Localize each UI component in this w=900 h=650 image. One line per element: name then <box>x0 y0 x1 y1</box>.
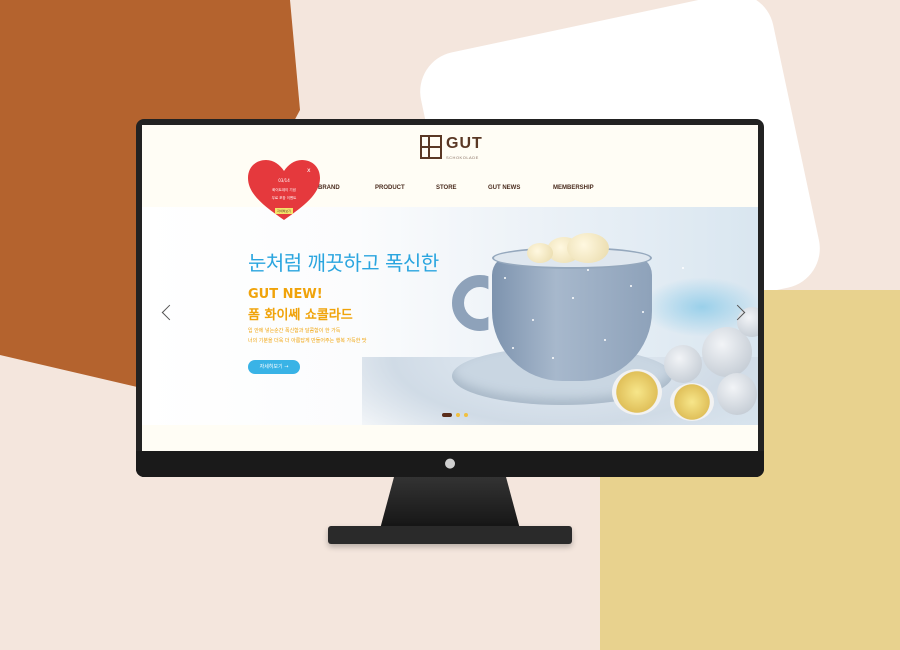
monitor-stand-base <box>328 526 572 544</box>
snow-particle <box>642 311 644 313</box>
monitor: GUT SCHOKOLADE BRAND PRODUCT STORE GUT N… <box>136 119 764 477</box>
slider-dot-2[interactable] <box>456 413 460 417</box>
hero-title-line2: 폼 화이쎄 쇼콜라드 <box>248 308 353 323</box>
chocolate-ball-image <box>664 345 702 383</box>
hero-banner: 눈처럼 깨끗하고 폭신한 GUT NEW! 폼 화이쎄 쇼콜라드 입 안에 넣는… <box>142 207 758 425</box>
main-nav: BRAND PRODUCT STORE GUT NEWS MEMBERSHIP <box>318 185 618 197</box>
snow-particle <box>682 267 684 269</box>
slider-dot-3[interactable] <box>464 413 468 417</box>
snow-particle <box>587 269 589 271</box>
hero-title-line1: GUT NEW! <box>248 287 323 302</box>
snow-particle <box>552 357 554 359</box>
camera-notch <box>432 119 468 125</box>
chevron-left-icon[interactable] <box>161 304 178 321</box>
snow-particle <box>532 319 534 321</box>
snow-particle <box>604 339 606 341</box>
logo-subtitle: SCHOKOLADE <box>446 155 479 160</box>
apple-logo-icon: ● <box>444 456 456 471</box>
chocolate-open-image <box>670 383 714 421</box>
popup-line2: 무료 포장 이벤트 <box>271 196 297 200</box>
hero-headline: 눈처럼 깨끗하고 폭신한 <box>248 251 439 275</box>
logo-text: GUT <box>446 135 483 152</box>
monitor-stand-neck <box>380 477 520 529</box>
nav-item-product[interactable]: PRODUCT <box>375 185 405 191</box>
chocolate-open-image <box>612 369 662 415</box>
snow-particle <box>512 347 514 349</box>
snow-particle <box>504 277 506 279</box>
nav-item-membership[interactable]: MEMBERSHIP <box>553 185 594 191</box>
close-icon[interactable]: x <box>307 167 311 174</box>
popup-line1: 화이트데이 기념 <box>272 188 296 192</box>
monitor-screen: GUT SCHOKOLADE BRAND PRODUCT STORE GUT N… <box>142 125 758 451</box>
logo-mark-icon <box>420 135 442 159</box>
popup-date: 03/14 <box>278 178 290 183</box>
snow-particle <box>572 297 574 299</box>
hero-description-line2: 너의 기분을 더욱 더 아름답게 만들어주는 행복 가득한 맛 <box>248 338 367 344</box>
nav-item-store[interactable]: STORE <box>436 185 457 191</box>
chocolate-ball-image <box>717 373 757 415</box>
popup-more-button[interactable]: 자세히보기 <box>275 208 293 214</box>
nav-item-gut-news[interactable]: GUT NEWS <box>488 185 520 191</box>
marshmallow-image <box>567 233 609 263</box>
slider-dot-1[interactable] <box>442 413 452 417</box>
snow-particle <box>630 285 632 287</box>
hero-more-button[interactable]: 자세히보기 → <box>248 360 300 374</box>
hero-description-line1: 입 안에 넣는순간 폭신함과 달콤함이 한 가득 <box>248 328 341 334</box>
event-popup: x 03/14 화이트데이 기념 무료 포장 이벤트 자세히보기 <box>246 158 322 222</box>
cup-image <box>492 255 652 381</box>
site-header: GUT SCHOKOLADE BRAND PRODUCT STORE GUT N… <box>142 125 758 207</box>
marshmallow-image <box>527 243 553 263</box>
